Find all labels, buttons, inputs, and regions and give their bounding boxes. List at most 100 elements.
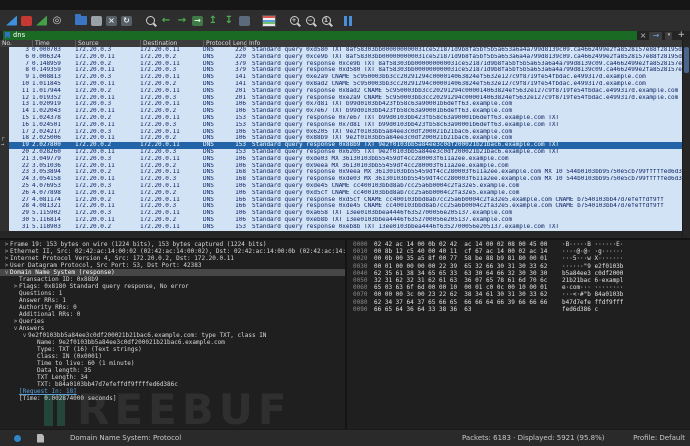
close-file-icon[interactable]: × <box>106 16 117 26</box>
column-header-length[interactable]: Length <box>230 40 246 47</box>
column-header-source[interactable]: Source <box>75 40 140 47</box>
detail-line[interactable]: >Queries <box>0 318 345 325</box>
hex-row[interactable]: 006065 03 63 6f 6d 00 00 10 00 01 c0 0c … <box>348 284 690 291</box>
packet-row[interactable]: 315.118903172.20.0.2172.20.0.11DNS153Sta… <box>0 224 690 231</box>
column-header-protocol[interactable]: Protocol <box>203 40 230 47</box>
detail-line[interactable]: >Ethernet II, Src: 02:42:ac:14:00:02 (02… <box>0 248 345 255</box>
packet-row[interactable]: 254.076953172.20.0.3172.20.0.11DNS106Sta… <box>0 183 690 190</box>
packet-row[interactable]: 141.022043172.20.0.11172.20.0.2DNS106Sta… <box>0 108 690 115</box>
filter-clear-icon[interactable]: × <box>640 31 647 40</box>
packet-row[interactable]: ┌182.025006172.20.0.11172.20.0.2DNS106St… <box>0 135 690 142</box>
next-packet-icon[interactable]: → <box>176 15 188 27</box>
scrollbar-thumb[interactable] <box>684 47 689 73</box>
zoom-out-icon[interactable]: − <box>304 15 316 27</box>
previous-packet-icon[interactable]: ← <box>160 15 172 27</box>
display-filter-input[interactable]: dns <box>3 31 637 40</box>
detail-line[interactable]: vDomain Name System (response) <box>0 269 345 276</box>
detail-line[interactable]: >Internet Protocol Version 4, Src: 172.2… <box>0 255 345 262</box>
packet-row[interactable]: 131.020919172.20.0.3172.20.0.11DNS106Sta… <box>0 101 690 108</box>
hex-row[interactable]: 004062 35 61 38 34 65 65 33 63 30 64 66 … <box>348 270 690 277</box>
find-packet-icon[interactable] <box>144 15 156 27</box>
tree-expander-icon[interactable]: > <box>3 255 10 262</box>
tree-expander-icon[interactable]: > <box>12 318 19 325</box>
detail-line[interactable]: >Frame 19: 153 bytes on wire (1224 bits)… <box>0 241 345 248</box>
expert-info-icon[interactable] <box>14 435 21 442</box>
packet-row[interactable]: 30.000703172.20.0.3172.20.0.11DNS220Stan… <box>0 47 690 54</box>
column-header-destination[interactable]: Destination <box>140 40 203 47</box>
filter-dropdown-icon[interactable]: ▾ <box>665 32 672 40</box>
packet-row[interactable]: 202.028260172.20.0.11172.20.0.3DNS153Sta… <box>0 149 690 156</box>
tree-expander-icon[interactable]: > <box>3 241 10 248</box>
detail-line[interactable]: [Request In: 18] <box>0 388 345 395</box>
packet-row[interactable]: 80.149359172.20.0.11172.20.0.3DNS379Stan… <box>0 67 690 74</box>
detail-line[interactable]: Authority RRs: 0 <box>0 304 345 311</box>
detail-line[interactable]: >Flags: 0x8180 Standard query response, … <box>0 283 345 290</box>
hex-row[interactable]: 000002 42 ac 14 00 0b 02 42 ac 14 00 02 … <box>348 241 690 248</box>
packet-row[interactable]: 101.011845172.20.0.11172.20.0.2DNS141Sta… <box>0 81 690 88</box>
hex-row[interactable]: 003000 01 00 00 00 00 22 39 65 32 66 30 … <box>348 263 690 270</box>
tree-expander-icon[interactable]: v <box>12 325 19 332</box>
column-header-no[interactable]: No. <box>0 40 32 47</box>
auto-scroll-icon[interactable] <box>239 16 250 26</box>
packet-row[interactable]: 305.116814172.20.0.11172.20.0.2DNS106Sta… <box>0 217 690 224</box>
packet-row[interactable]: 111.017944172.20.0.2172.20.0.11DNS201Sta… <box>0 88 690 95</box>
capture-file-icon[interactable] <box>37 434 44 443</box>
detail-line[interactable]: v9e2f0103bb5a84ee3c0df200021b21bac6.exam… <box>0 332 345 339</box>
go-to-packet-icon[interactable]: → <box>192 16 203 26</box>
detail-line[interactable]: Data length: 35 <box>0 367 345 374</box>
packet-row[interactable]: 223.051036172.20.0.11172.20.0.2DNS106Sta… <box>0 163 690 170</box>
detail-line[interactable]: Class: IN (0x0001) <box>0 353 345 360</box>
hex-row[interactable]: 009066 65 64 36 64 33 38 36 63fed6d386 c <box>348 306 690 313</box>
tree-expander-icon[interactable]: > <box>3 262 10 269</box>
tree-expander-icon[interactable]: > <box>12 283 19 290</box>
packet-row[interactable]: 264.077898172.20.0.11172.20.0.2DNS106Sta… <box>0 190 690 197</box>
hex-row[interactable]: 005032 31 62 32 31 62 61 63 36 07 65 78 … <box>348 277 690 284</box>
hex-row[interactable]: 002000 0b 00 35 a5 8f 00 77 58 be 88 b9 … <box>348 255 690 262</box>
open-file-icon[interactable] <box>75 16 87 25</box>
packet-row[interactable]: 60.006324172.20.0.11172.20.0.2DNS220Stan… <box>0 54 690 61</box>
packet-row[interactable]: 70.148959172.20.0.2172.20.0.11DNS379Stan… <box>0 61 690 68</box>
detail-line[interactable]: Additional RRs: 0 <box>0 311 345 318</box>
start-capture-icon[interactable] <box>6 16 17 26</box>
first-packet-icon[interactable]: ↥ <box>207 15 219 27</box>
packet-row[interactable]: 213.049779172.20.0.3172.20.0.11DNS106Sta… <box>0 156 690 163</box>
capture-options-icon[interactable]: ◎ <box>51 15 63 27</box>
reload-file-icon[interactable]: ↻ <box>121 16 132 26</box>
hex-row[interactable]: 007000 00 00 3c 00 23 22 62 38 34 61 30 … <box>348 291 690 298</box>
detail-line[interactable]: [Time: 0.002874000 seconds] <box>0 395 345 402</box>
packet-row[interactable]: →192.027800172.20.0.2172.20.0.11DNS153St… <box>0 142 690 149</box>
column-header-info[interactable]: Info <box>246 40 690 47</box>
detail-line[interactable]: TXT Length: 34 <box>0 374 345 381</box>
stop-capture-icon[interactable] <box>21 16 32 26</box>
packet-row[interactable]: 172.024217172.20.0.3172.20.0.11DNS106Sta… <box>0 129 690 136</box>
packet-row[interactable]: 295.115902172.20.0.3172.20.0.11DNS106Sta… <box>0 210 690 217</box>
column-header-time[interactable]: Time <box>32 40 75 47</box>
hex-row[interactable]: 001000 8b 12 c5 40 00 40 11 cf 67 ac 14 … <box>348 248 690 255</box>
restart-capture-icon[interactable] <box>36 16 47 26</box>
tree-expander-icon[interactable]: v <box>21 332 28 339</box>
packet-list-scrollbar[interactable] <box>682 40 690 238</box>
packet-row[interactable]: 233.053894172.20.0.2172.20.0.11DNS168Sta… <box>0 169 690 176</box>
zoom-100-icon[interactable]: 1 <box>320 15 332 27</box>
filter-add-button[interactable]: + <box>677 31 685 40</box>
tree-expander-icon[interactable]: v <box>3 269 10 276</box>
colorize-icon[interactable] <box>262 15 276 27</box>
detail-line[interactable]: Answer RRs: 1 <box>0 297 345 304</box>
packet-list-header[interactable]: No.TimeSourceDestinationProtocolLengthIn… <box>0 40 690 47</box>
packet-row[interactable]: 274.081174172.20.0.2172.20.0.11DNS166Sta… <box>0 197 690 204</box>
packet-row[interactable]: 243.054158172.20.0.11172.20.0.3DNS168Sta… <box>0 176 690 183</box>
zoom-in-icon[interactable]: + <box>288 15 300 27</box>
detail-line[interactable]: >User Datagram Protocol, Src Port: 53, D… <box>0 262 345 269</box>
packet-row[interactable]: 91.008813172.20.0.3172.20.0.11DNS141Stan… <box>0 74 690 81</box>
detail-line[interactable]: TXT: b84a0103bb47d7efeffdf9ffffed6d386c <box>0 381 345 388</box>
packet-row[interactable]: 284.081321172.20.0.11172.20.0.3DNS166Sta… <box>0 203 690 210</box>
save-file-icon[interactable] <box>91 16 102 26</box>
packet-row[interactable]: 151.024378172.20.0.2172.20.0.11DNS153Sta… <box>0 115 690 122</box>
resize-columns-icon[interactable] <box>344 16 354 26</box>
detail-line[interactable]: vAnswers <box>0 325 345 332</box>
packet-row[interactable]: 161.024501172.20.0.11172.20.0.3DNS153Sta… <box>0 122 690 129</box>
vertical-splitter[interactable] <box>345 240 347 430</box>
detail-line[interactable]: Transaction ID: 0x88b9 <box>0 276 345 283</box>
detail-line[interactable]: Questions: 1 <box>0 290 345 297</box>
detail-line[interactable]: Type: TXT (16) (Text strings) <box>0 346 345 353</box>
